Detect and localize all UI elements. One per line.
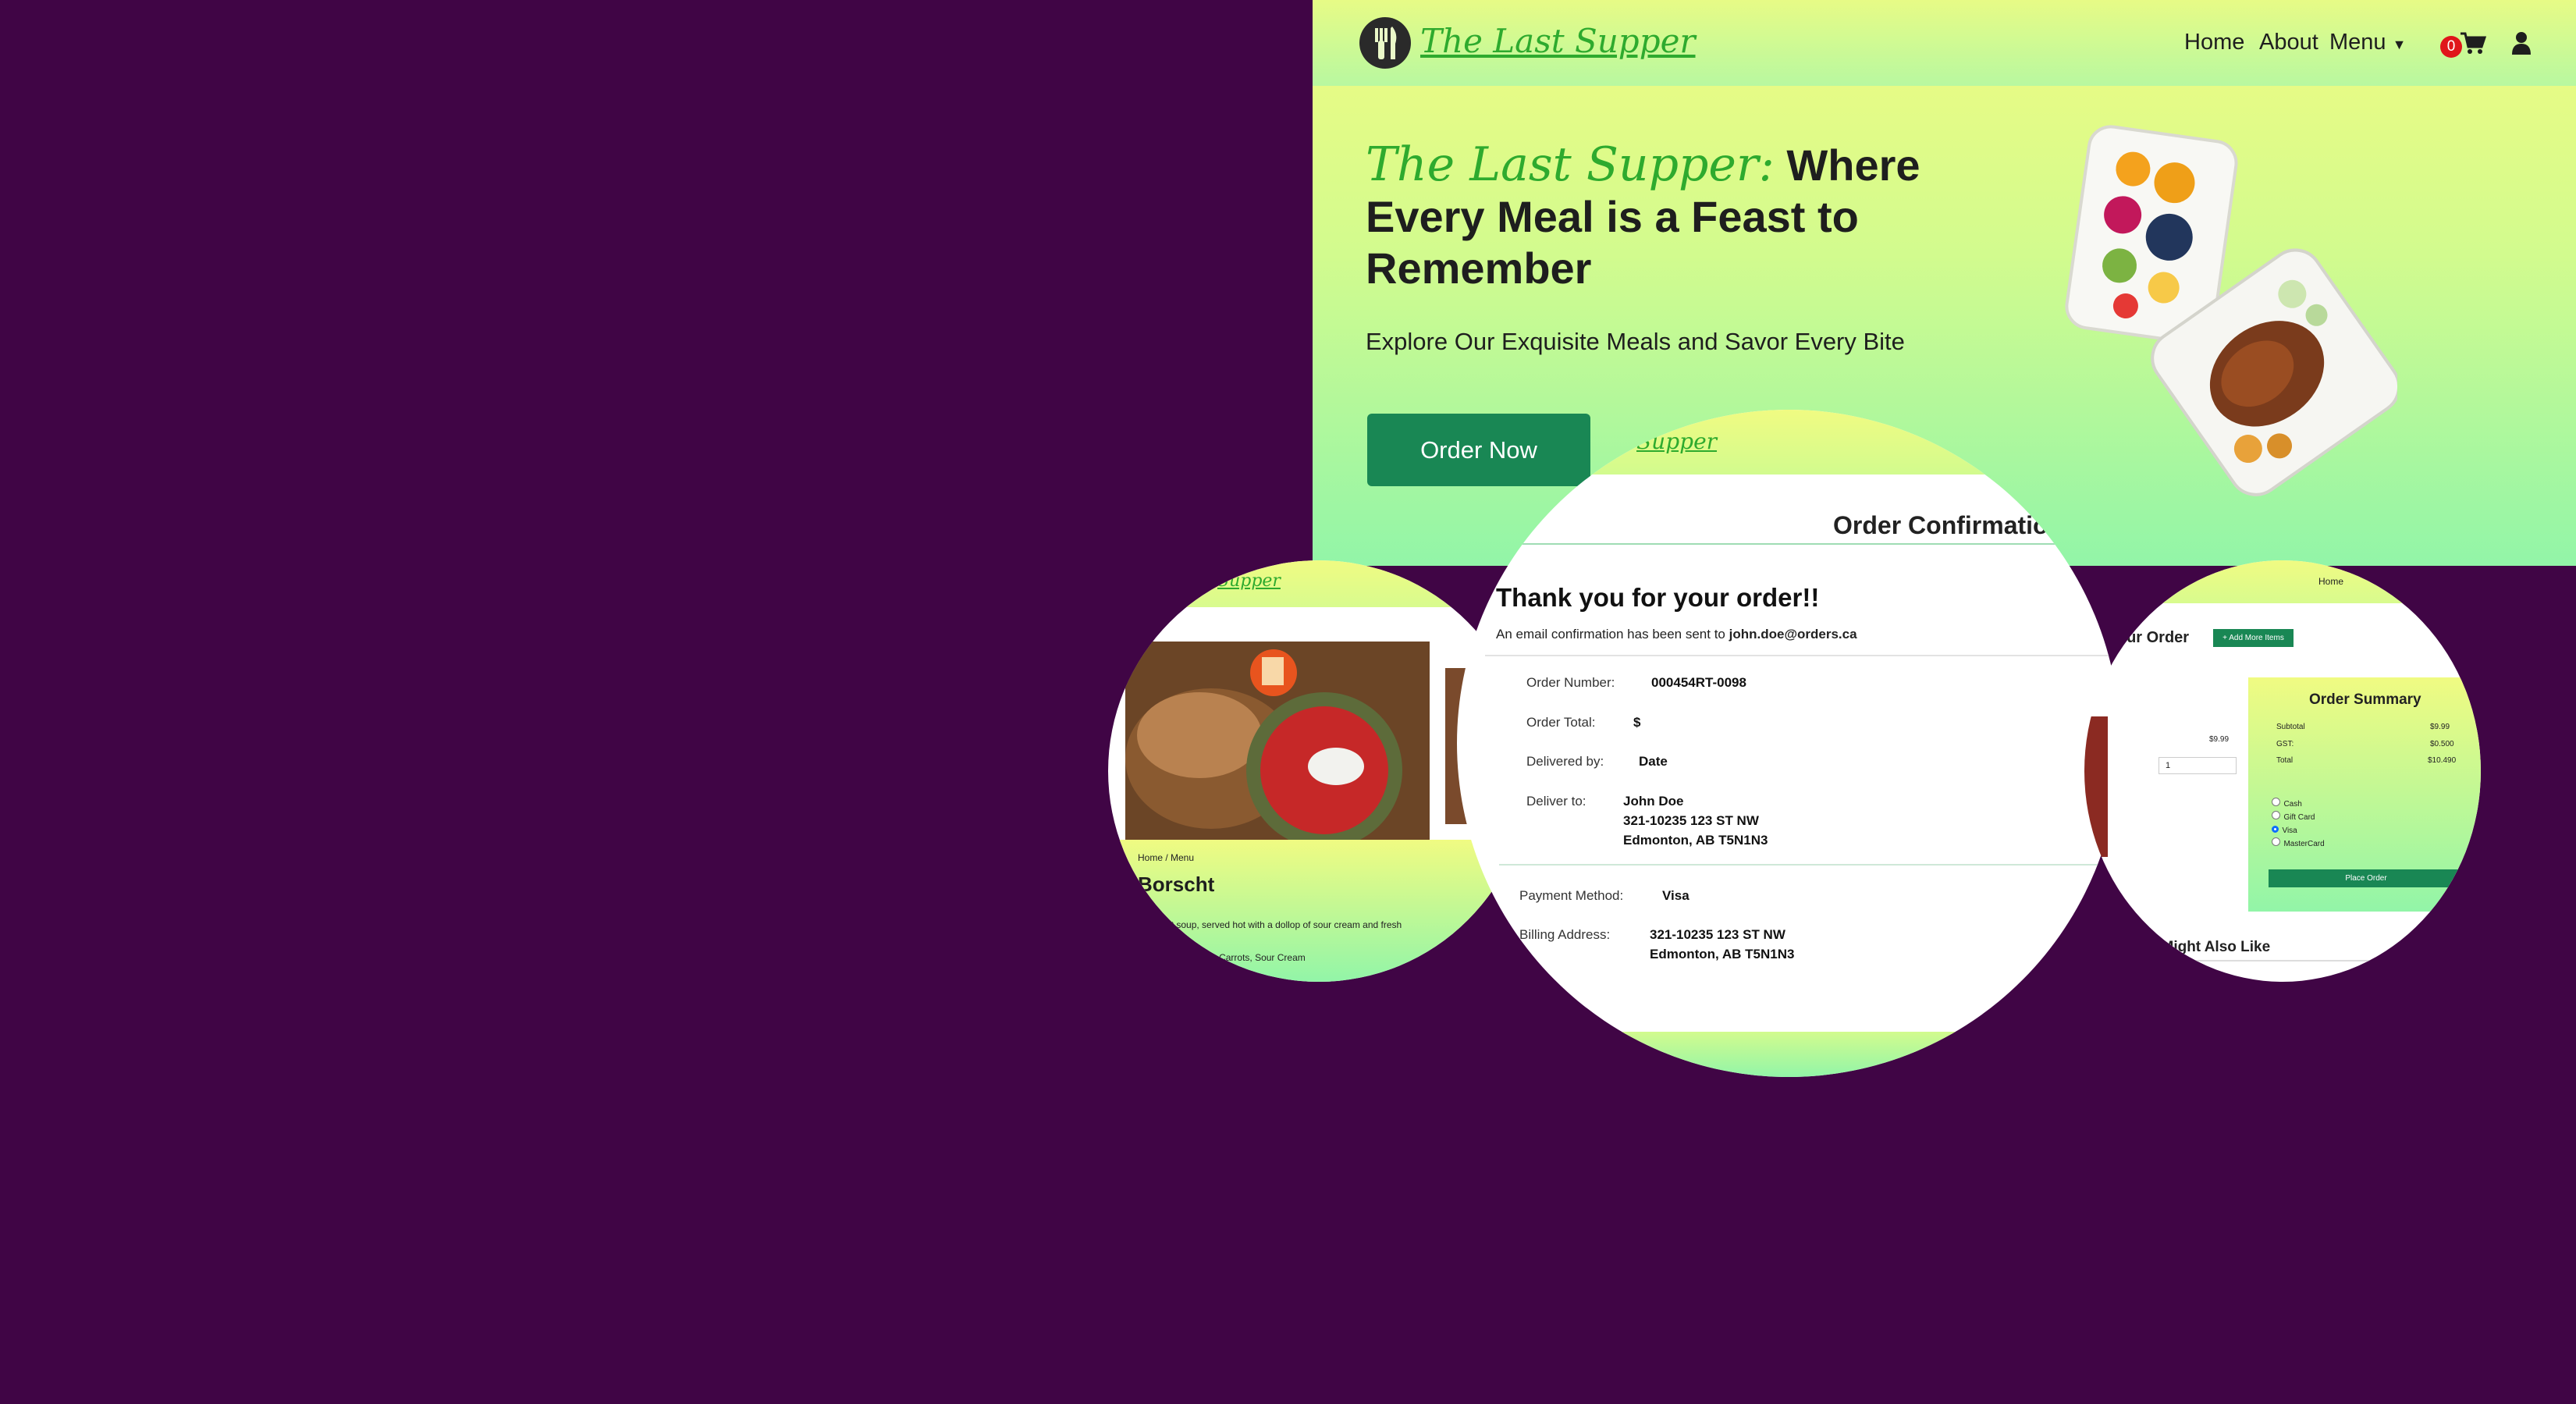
cart-navbar [2084,560,2481,603]
cart-count-badge: 0 [2440,36,2462,58]
preview-navbar [1108,560,1530,607]
confirmation-footer [1457,1032,2120,1077]
gst-value: $0.500 [2430,740,2454,748]
order-summary-title: Order Summary [2309,691,2421,708]
payment-option-cash[interactable]: Cash [2272,796,2302,810]
nav-home[interactable]: Home [2184,30,2244,55]
hero-subtitle: Explore Our Exquisite Meals and Savor Ev… [1366,328,1905,355]
place-order-button[interactable]: Place Order [2269,869,2464,887]
total-value: $10.490 [2428,756,2457,765]
divider [1485,655,2120,656]
nav-menu-label: Menu [2329,30,2386,55]
radio-visa-selected[interactable] [2272,826,2279,833]
payment-option-mastercard[interactable]: MasterCard [2272,836,2325,850]
customer-email: john.doe@orders.ca [1729,627,1857,642]
email-text: An email confirmation has been sent to [1496,627,1725,642]
order-number-label: Order Number: [1526,675,1615,690]
dish-description: ...al beet soup, served hot with a dollo… [1138,919,1402,930]
billing-address-city: Edmonton, AB T5N1N3 [1650,947,1795,961]
confirmation-navbar [1457,410,2120,475]
payment-method-label: Payment Method: [1519,888,1624,903]
order-number-value: 000454RT-0098 [1651,675,1746,690]
deliver-to-label: Deliver to: [1526,794,1586,809]
radio-gift-card[interactable] [2272,811,2280,819]
user-account-icon[interactable] [2511,31,2532,59]
borscht-photo [1125,642,1430,848]
thank-you-heading: Thank you for your order!! [1496,583,1820,612]
navbar: The Last Supper Home About Menu ▼ 0 [1313,0,2576,86]
cart-item-photo [2084,716,2108,857]
cart-item-price: $9.99 [2209,735,2230,744]
nav-about[interactable]: About [2259,30,2318,55]
radio-mastercard[interactable] [2272,837,2280,846]
caret-down-icon: ▼ [2392,37,2407,52]
subtotal-label: Subtotal [2276,723,2305,731]
your-order-heading: Your Order [2108,629,2190,646]
gst-label: GST: [2276,740,2294,748]
payment-option-visa[interactable]: Visa [2272,823,2297,837]
deliver-to-city: Edmonton, AB T5N1N3 [1623,833,1768,848]
nav-menu-dropdown[interactable]: Menu ▼ [2329,30,2406,55]
shopping-cart-icon[interactable] [2460,31,2487,59]
deliver-to-name: John Doe [1623,794,1684,809]
billing-address-label: Billing Address: [1519,927,1611,942]
deliver-to-street: 321-10235 123 ST NW [1623,813,1759,828]
preview-brand: Supper [1217,571,1281,591]
radio-cash[interactable] [2272,798,2280,806]
hero-title: The Last Supper: Where Every Meal is a F… [1366,139,1959,294]
divider [1512,543,2120,545]
hero-title-brand: The Last Supper: [1366,137,1775,192]
preview-breadcrumb: Home / Menu [1138,852,1195,863]
divider [2131,960,2481,961]
you-might-also-like-heading: ou Might Also Like [2139,939,2271,955]
delivered-by-value: Date [1639,754,1668,769]
confirmation-title: Order Confirmatio [1833,511,2048,539]
dish-name: Borscht [1138,873,1215,896]
payment-option-gift-card[interactable]: Gift Card [2272,809,2315,823]
delivered-by-label: Delivered by: [1526,754,1604,769]
confirmation-brand: Supper [1636,428,1718,454]
order-total-label: Order Total: [1526,715,1596,730]
fork-knife-logo-icon[interactable] [1359,17,1411,69]
email-confirmation-text: An email confirmation has been sent to j… [1496,627,1857,642]
dish-ingredients: ...bbage, Potatoes, Carrots, Sour Cream [1138,952,1306,963]
divider [1499,864,2120,866]
cart-item-quantity-input[interactable]: 1 [2159,757,2237,774]
subtotal-value: $9.99 [2430,723,2450,731]
cart-breadcrumb: Home [2318,576,2344,587]
order-confirmation-preview: Supper Order Confirmatio Thank you for y… [1457,410,2120,1077]
total-label: Total [2276,756,2294,765]
payment-method-value: Visa [1662,888,1690,903]
billing-address-street: 321-10235 123 ST NW [1650,927,1785,942]
order-total-value: $ [1633,715,1641,730]
brand-link[interactable]: The Last Supper [1420,22,1696,60]
cart-preview: Home Your Order + Add More Items $9.99 1… [2084,560,2481,982]
add-more-items-button[interactable]: + Add More Items [2213,629,2294,647]
